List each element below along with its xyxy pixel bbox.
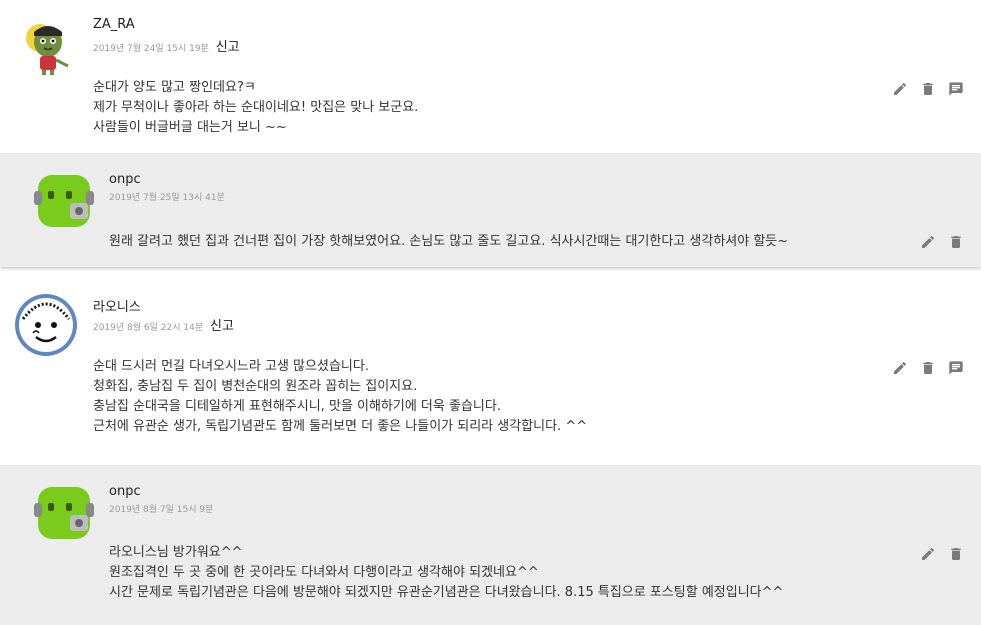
reply-line: 원래 갈려고 했던 집과 건너편 집이 가장 핫해보였어요. 손님도 많고 줄도…: [109, 234, 789, 249]
trash-icon: [923, 83, 933, 95]
trash-icon: [923, 362, 933, 374]
trash-icon: [951, 548, 961, 560]
comment-icon: [949, 361, 963, 375]
reply-date: 2019년 8월 7일 15시 9분: [109, 505, 214, 515]
reply-line: 원조집격인 두 곳 중에 한 곳이라도 다녀와서 다행이라고 생각해야 되겠네요…: [109, 565, 539, 580]
report-link[interactable]: 신고: [216, 40, 240, 55]
avatar[interactable]: [32, 481, 96, 545]
comment-author[interactable]: 라오니스: [93, 296, 141, 315]
comment-date: 2019년 7월 24일 15시 19분: [93, 44, 209, 54]
reply-line: 시간 문제로 독립기념관은 다음에 방문해야 되겠지만 유관순기념관은 다녀왔습…: [109, 585, 784, 600]
comment-item: ZA_RA 2019년 7월 24일 15시 19분 신고 순대가 양도 많고 …: [0, 0, 981, 153]
comment-icon: [949, 82, 963, 96]
reply-body: 라오니스님 방가워요^^ 원조집격인 두 곳 중에 한 곳이라도 다녀와서 다행…: [109, 543, 783, 603]
pencil-icon: [894, 82, 906, 95]
comment-meta: 2019년 7월 24일 15시 19분 신고: [93, 36, 240, 55]
report-link[interactable]: 신고: [210, 319, 234, 334]
comment-line: 순대가 양도 많고 짱인데요?ㅋ: [93, 80, 256, 95]
comment-item: 라오니스 2019년 8월 6일 22시 14분 신고 순대 드시러 먼길 다녀…: [0, 279, 981, 465]
delete-button[interactable]: [947, 545, 965, 563]
reply-button[interactable]: [947, 359, 965, 377]
comment-line: 근처에 유관순 생가, 독립기념관도 함께 둘러보면 더 좋은 나들이가 되리라…: [93, 419, 588, 434]
comment-line: 제가 무척이나 좋아라 하는 순대이네요! 맛집은 맞나 보군요.: [93, 100, 419, 115]
edit-button[interactable]: [891, 359, 909, 377]
avatar[interactable]: [14, 293, 78, 357]
avatar[interactable]: [32, 169, 96, 233]
edit-button[interactable]: [919, 545, 937, 563]
delete-button[interactable]: [919, 80, 937, 98]
reply-actions: [919, 545, 965, 563]
reply-author[interactable]: onpc: [109, 484, 141, 499]
reply-button[interactable]: [947, 80, 965, 98]
comment-line: 순대 드시러 먼길 다녀오시느라 고생 많으셨습니다.: [93, 359, 369, 374]
comment-line: 청화집, 충남집 두 집이 병천순대의 원조라 꼽히는 집이지요.: [93, 379, 418, 394]
pencil-icon: [922, 235, 934, 248]
avatar[interactable]: [18, 14, 82, 78]
reply-item: onpc 2019년 8월 7일 15시 9분 라오니스님 방가워요^^ 원조집…: [0, 465, 981, 625]
edit-button[interactable]: [919, 233, 937, 251]
trash-icon: [951, 236, 961, 248]
comment-meta: 2019년 8월 6일 22시 14분 신고: [93, 315, 234, 334]
comment-author[interactable]: ZA_RA: [93, 17, 135, 32]
comment-actions: [891, 359, 965, 377]
delete-button[interactable]: [947, 233, 965, 251]
reply-item: onpc 2019년 7월 25일 13시 41분 원래 갈려고 했던 집과 건…: [0, 153, 981, 267]
pencil-icon: [894, 361, 906, 374]
reply-date: 2019년 7월 25일 13시 41분: [109, 193, 225, 203]
comment-line: 충남집 순대국을 디테일하게 표현해주시니, 맛을 이해하기에 더욱 좋습니다.: [93, 399, 501, 414]
comment-line: 사람들이 버글버글 대는거 보니 ~~: [93, 120, 287, 135]
reply-line: 라오니스님 방가워요^^: [109, 545, 243, 560]
delete-button[interactable]: [919, 359, 937, 377]
reply-author[interactable]: onpc: [109, 172, 141, 187]
comment-body: 순대 드시러 먼길 다녀오시느라 고생 많으셨습니다. 청화집, 충남집 두 집…: [93, 357, 587, 437]
reply-actions: [919, 233, 965, 251]
reply-body: 원래 갈려고 했던 집과 건너편 집이 가장 핫해보였어요. 손님도 많고 줄도…: [109, 232, 788, 252]
edit-button[interactable]: [891, 80, 909, 98]
comment-actions: [891, 80, 965, 98]
pencil-icon: [922, 547, 934, 560]
comment-date: 2019년 8월 6일 22시 14분: [93, 323, 204, 333]
comment-body: 순대가 양도 많고 짱인데요?ㅋ 제가 무척이나 좋아라 하는 순대이네요! 맛…: [93, 78, 418, 138]
